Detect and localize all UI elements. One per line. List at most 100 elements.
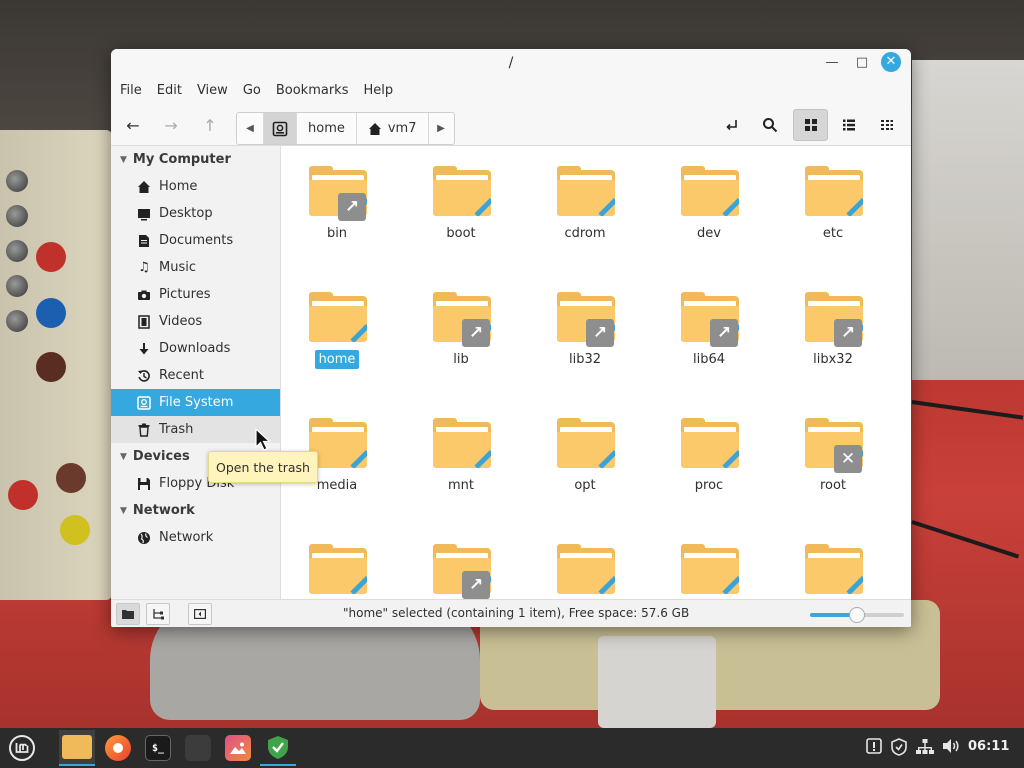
taskbar-terminal-app[interactable]: $_ <box>140 730 176 766</box>
clock[interactable]: 06:11 <box>968 739 1009 754</box>
arrow-up-icon: ↑ <box>203 115 217 135</box>
path-segment-vm7[interactable]: vm7 <box>355 113 428 144</box>
tooltip: Open the trash <box>208 451 318 483</box>
firefox-icon <box>105 735 131 761</box>
music-icon: ♫ <box>138 260 150 275</box>
title-bar[interactable]: / — □ ✕ <box>111 49 911 77</box>
sidebar-item-label: Home <box>159 179 198 194</box>
sidebar-item-label: Downloads <box>159 341 231 356</box>
taskbar-update-manager-app[interactable] <box>260 730 296 766</box>
compact-view-button[interactable] <box>873 111 901 139</box>
floppy-icon <box>136 476 152 492</box>
sidebar-item-downloads[interactable]: Downloads <box>111 335 280 362</box>
calculator-icon <box>185 735 211 761</box>
menu-view[interactable]: View <box>197 83 228 98</box>
sidebar-section-network[interactable]: ▼ Network <box>111 497 280 524</box>
sidebar-item-videos[interactable]: Videos <box>111 308 280 335</box>
maximize-button[interactable]: □ <box>852 53 872 73</box>
file-item[interactable]: proc <box>659 398 759 508</box>
sidebar-item-network[interactable]: Network <box>111 524 280 551</box>
path-scroll-right-button[interactable]: ▶ <box>427 113 454 144</box>
sidebar-item-label: Trash <box>159 422 194 437</box>
toggle-location-button[interactable] <box>718 111 746 139</box>
image-viewer-icon <box>225 735 251 761</box>
file-item[interactable] <box>287 524 387 599</box>
menu-file[interactable]: File <box>120 83 142 98</box>
taskbar-calculator-app[interactable] <box>180 730 216 766</box>
file-item[interactable] <box>659 524 759 599</box>
show-places-button[interactable] <box>116 603 140 625</box>
file-item[interactable] <box>535 524 635 599</box>
file-item[interactable]: boot <box>411 146 511 256</box>
files-icon <box>62 735 92 759</box>
toolbar: ← → ↑ ◀ home vm7 ▶ <box>111 104 911 146</box>
path-segment-root[interactable] <box>263 113 296 144</box>
up-button[interactable]: ↑ <box>196 111 224 139</box>
file-item[interactable]: ↗ lib <box>411 272 511 382</box>
file-name-label: boot <box>411 226 511 241</box>
search-icon <box>763 118 778 133</box>
back-button[interactable]: ← <box>119 111 147 139</box>
file-item[interactable]: ↗ libx32 <box>783 272 883 382</box>
zoom-slider[interactable] <box>810 607 904 623</box>
sidebar-item-file-system[interactable]: File System <box>111 389 280 416</box>
show-treeview-button[interactable] <box>146 603 170 625</box>
file-item[interactable]: ✕ root <box>783 398 883 508</box>
path-segment-home[interactable]: home <box>296 113 356 144</box>
home-icon <box>368 122 381 135</box>
file-item[interactable]: ↗ lib32 <box>535 272 635 382</box>
icon-view-button[interactable] <box>793 109 828 141</box>
search-button[interactable] <box>756 111 784 139</box>
sidebar-item-music[interactable]: ♫ Music <box>111 254 280 281</box>
network-tray-icon[interactable] <box>916 738 934 760</box>
path-bar: ◀ home vm7 ▶ <box>236 112 455 145</box>
menu-button[interactable] <box>4 730 40 766</box>
file-item[interactable] <box>783 524 883 599</box>
sidebar-item-home[interactable]: Home <box>111 173 280 200</box>
taskbar-files-app[interactable] <box>59 730 95 766</box>
recent-icon <box>136 368 152 384</box>
file-item[interactable]: cdrom <box>535 146 635 256</box>
mouse-cursor-icon <box>255 428 272 451</box>
close-button[interactable]: ✕ <box>881 52 901 72</box>
sidebar-item-pictures[interactable]: Pictures <box>111 281 280 308</box>
path-scroll-left-button[interactable]: ◀ <box>237 113 263 144</box>
file-item[interactable]: ↗ <box>411 524 511 599</box>
folder-icon <box>309 292 367 342</box>
forward-button[interactable]: → <box>157 111 185 139</box>
minimize-button[interactable]: — <box>822 53 842 73</box>
file-item[interactable]: ↗ bin <box>287 146 387 256</box>
triangle-right-icon: ▶ <box>437 123 445 134</box>
sidebar-item-documents[interactable]: Documents <box>111 227 280 254</box>
window-title: / <box>508 55 514 71</box>
sidebar-item-desktop[interactable]: Desktop <box>111 200 280 227</box>
file-name-text: libx32 <box>813 352 853 367</box>
sidebar-item-label: Desktop <box>159 206 213 221</box>
menu-help[interactable]: Help <box>363 83 393 98</box>
taskbar-image-viewer-app[interactable] <box>220 730 256 766</box>
file-item[interactable]: mnt <box>411 398 511 508</box>
shield-tray-icon[interactable] <box>891 738 907 760</box>
hide-sidebar-button[interactable] <box>188 603 212 625</box>
file-item[interactable]: etc <box>783 146 883 256</box>
notification-tray-icon[interactable] <box>866 738 882 760</box>
menu-bar: File Edit View Go Bookmarks Help <box>111 77 911 104</box>
file-name-label: lib32 <box>535 352 635 367</box>
file-item[interactable]: dev <box>659 146 759 256</box>
folder-icon <box>309 544 367 594</box>
sidebar-item-label: Recent <box>159 368 204 383</box>
file-item[interactable]: ↗ lib64 <box>659 272 759 382</box>
menu-edit[interactable]: Edit <box>157 83 182 98</box>
volume-tray-icon[interactable] <box>942 738 960 758</box>
sidebar-item-recent[interactable]: Recent <box>111 362 280 389</box>
file-item[interactable]: opt <box>535 398 635 508</box>
zoom-slider-knob[interactable] <box>849 607 865 623</box>
list-view-button[interactable] <box>835 111 863 139</box>
menu-go[interactable]: Go <box>243 83 261 98</box>
taskbar-firefox-app[interactable] <box>100 730 136 766</box>
file-name-text: opt <box>574 478 596 493</box>
menu-bookmarks[interactable]: Bookmarks <box>276 83 349 98</box>
sidebar-section-my-computer[interactable]: ▼ My Computer <box>111 146 280 173</box>
file-item[interactable]: home <box>287 272 387 382</box>
tree-icon <box>153 609 164 620</box>
